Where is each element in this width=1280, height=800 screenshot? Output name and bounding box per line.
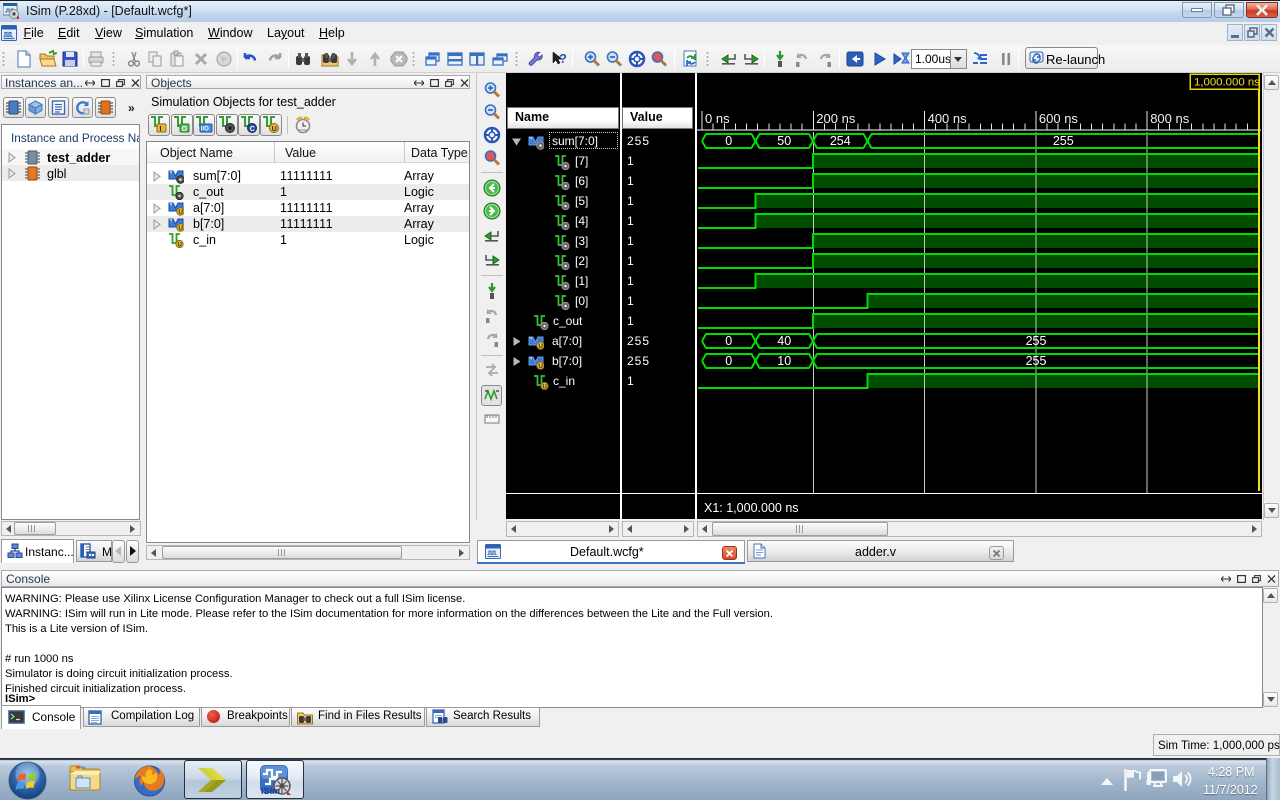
svg-text:255: 255 [1026, 354, 1047, 368]
svg-text:1,000.000 ns: 1,000.000 ns [1194, 77, 1260, 89]
svg-text:O: O [181, 126, 187, 133]
svg-text:255: 255 [1026, 334, 1047, 348]
svg-text:I/O: I/O [201, 127, 209, 133]
svg-text:400 ns: 400 ns [928, 111, 968, 126]
svg-text:255: 255 [1053, 134, 1074, 148]
svg-text:ISIm: ISIm [261, 786, 280, 796]
svg-text:800 ns: 800 ns [1150, 111, 1190, 126]
svg-text:U: U [271, 126, 276, 133]
svg-text:200 ns: 200 ns [816, 111, 856, 126]
svg-text:I: I [160, 126, 162, 133]
svg-text:40: 40 [777, 334, 791, 348]
svg-text:C: C [250, 126, 255, 133]
svg-text:U: U [178, 209, 183, 216]
svg-text:U: U [178, 225, 183, 232]
svg-text:U: U [178, 243, 182, 248]
svg-text:0: 0 [725, 334, 732, 348]
svg-text:0: 0 [725, 134, 732, 148]
svg-text:10: 10 [777, 354, 791, 368]
svg-text:0 ns: 0 ns [705, 111, 730, 126]
svg-text:0: 0 [725, 354, 732, 368]
svg-text:X1: 1,000.000 ns: X1: 1,000.000 ns [704, 501, 799, 515]
svg-text:50: 50 [777, 134, 791, 148]
svg-text:600 ns: 600 ns [1039, 111, 1079, 126]
svg-text:?: ? [559, 51, 567, 66]
svg-text:254: 254 [830, 134, 851, 148]
